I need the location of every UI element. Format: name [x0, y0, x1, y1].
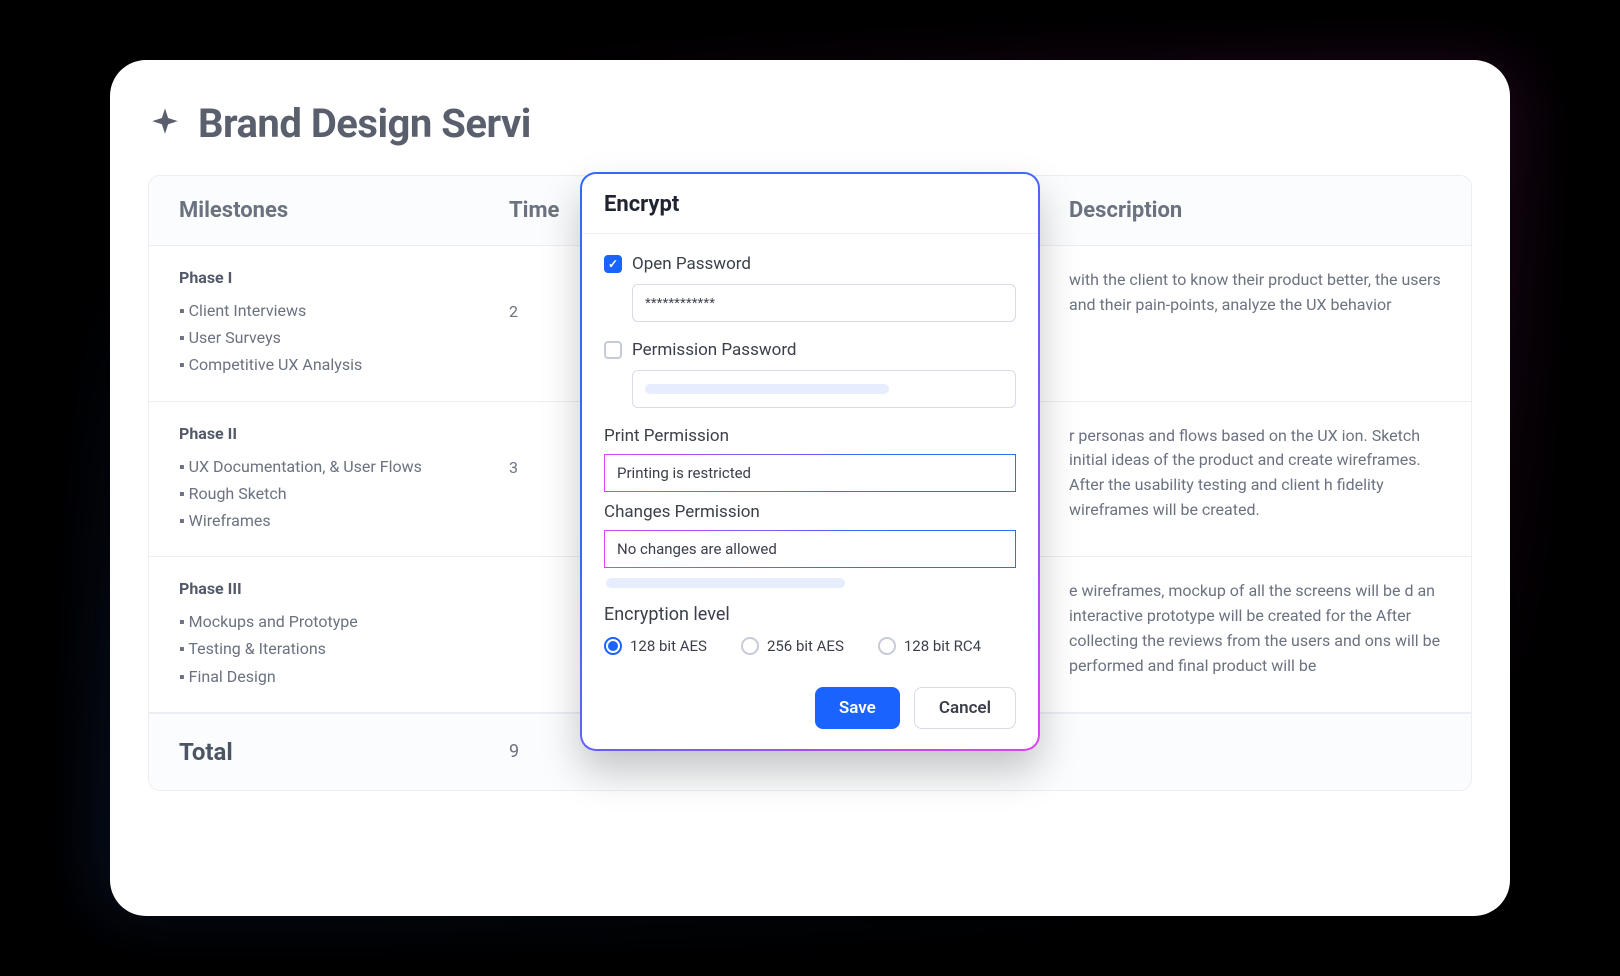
save-button[interactable]: Save — [815, 687, 900, 729]
radio-label: 128 bit RC4 — [904, 637, 981, 655]
description-cell: e wireframes, mockup of all the screens … — [989, 579, 1441, 678]
radio-icon — [604, 637, 622, 655]
encryption-level-radios: 128 bit AES 256 bit AES 128 bit RC4 — [604, 637, 1016, 655]
open-password-row: Open Password — [604, 254, 1016, 274]
list-item: Wireframes — [179, 507, 509, 534]
th-description: Description — [989, 198, 1441, 223]
permission-password-checkbox[interactable] — [604, 341, 622, 359]
list-item: UX Documentation, & User Flows — [179, 453, 509, 480]
print-permission-value: Printing is restricted — [617, 464, 751, 482]
radio-icon — [741, 637, 759, 655]
changes-permission-value: No changes are allowed — [617, 540, 777, 558]
changes-permission-select[interactable]: No changes are allowed — [604, 530, 1016, 568]
sparkle-icon — [148, 107, 182, 141]
th-milestones: Milestones — [179, 198, 509, 223]
phase-items: Client Interviews User Surveys Competiti… — [179, 297, 509, 379]
modal-header: Encrypt — [582, 174, 1038, 234]
encryption-level-label: Encryption level — [604, 604, 1016, 625]
list-item: Testing & Iterations — [179, 635, 509, 662]
permission-password-input[interactable] — [632, 370, 1016, 408]
modal-title: Encrypt — [604, 192, 1016, 217]
list-item: User Surveys — [179, 324, 509, 351]
radio-label: 128 bit AES — [630, 637, 707, 655]
phase-label: Phase II — [179, 424, 509, 443]
list-item: Client Interviews — [179, 297, 509, 324]
placeholder-bar — [606, 578, 845, 588]
permission-password-label: Permission Password — [632, 340, 797, 360]
encryption-option-256-aes[interactable]: 256 bit AES — [741, 637, 844, 655]
print-permission-label: Print Permission — [604, 426, 1016, 446]
phase-label: Phase III — [179, 579, 509, 598]
open-password-input[interactable] — [632, 284, 1016, 322]
page-title-row: Brand Design Servi — [148, 100, 1472, 147]
radio-label: 256 bit AES — [767, 637, 844, 655]
phase-items: UX Documentation, & User Flows Rough Ske… — [179, 453, 509, 535]
list-item: Mockups and Prototype — [179, 608, 509, 635]
encrypt-modal: Encrypt Open Password Permission Passwor… — [580, 172, 1040, 751]
modal-body: Open Password Permission Password Print … — [582, 234, 1038, 671]
encryption-option-128-rc4[interactable]: 128 bit RC4 — [878, 637, 981, 655]
changes-permission-label: Changes Permission — [604, 502, 1016, 522]
total-label: Total — [179, 738, 509, 766]
print-permission-select[interactable]: Printing is restricted — [604, 454, 1016, 492]
modal-footer: Save Cancel — [582, 671, 1038, 749]
list-item: Competitive UX Analysis — [179, 351, 509, 378]
phase-items: Mockups and Prototype Testing & Iteratio… — [179, 608, 509, 690]
open-password-label: Open Password — [632, 254, 751, 274]
permission-password-row: Permission Password — [604, 340, 1016, 360]
phase-label: Phase I — [179, 268, 509, 287]
open-password-checkbox[interactable] — [604, 255, 622, 273]
encryption-option-128-aes[interactable]: 128 bit AES — [604, 637, 707, 655]
cancel-button[interactable]: Cancel — [914, 687, 1016, 729]
list-item: Rough Sketch — [179, 480, 509, 507]
page-title: Brand Design Servi — [198, 100, 531, 147]
description-cell: r personas and flows based on the UX ion… — [989, 424, 1441, 523]
radio-icon — [878, 637, 896, 655]
document-card: Brand Design Servi Milestones Time Descr… — [110, 60, 1510, 916]
description-cell: with the client to know their product be… — [989, 268, 1441, 318]
list-item: Final Design — [179, 663, 509, 690]
